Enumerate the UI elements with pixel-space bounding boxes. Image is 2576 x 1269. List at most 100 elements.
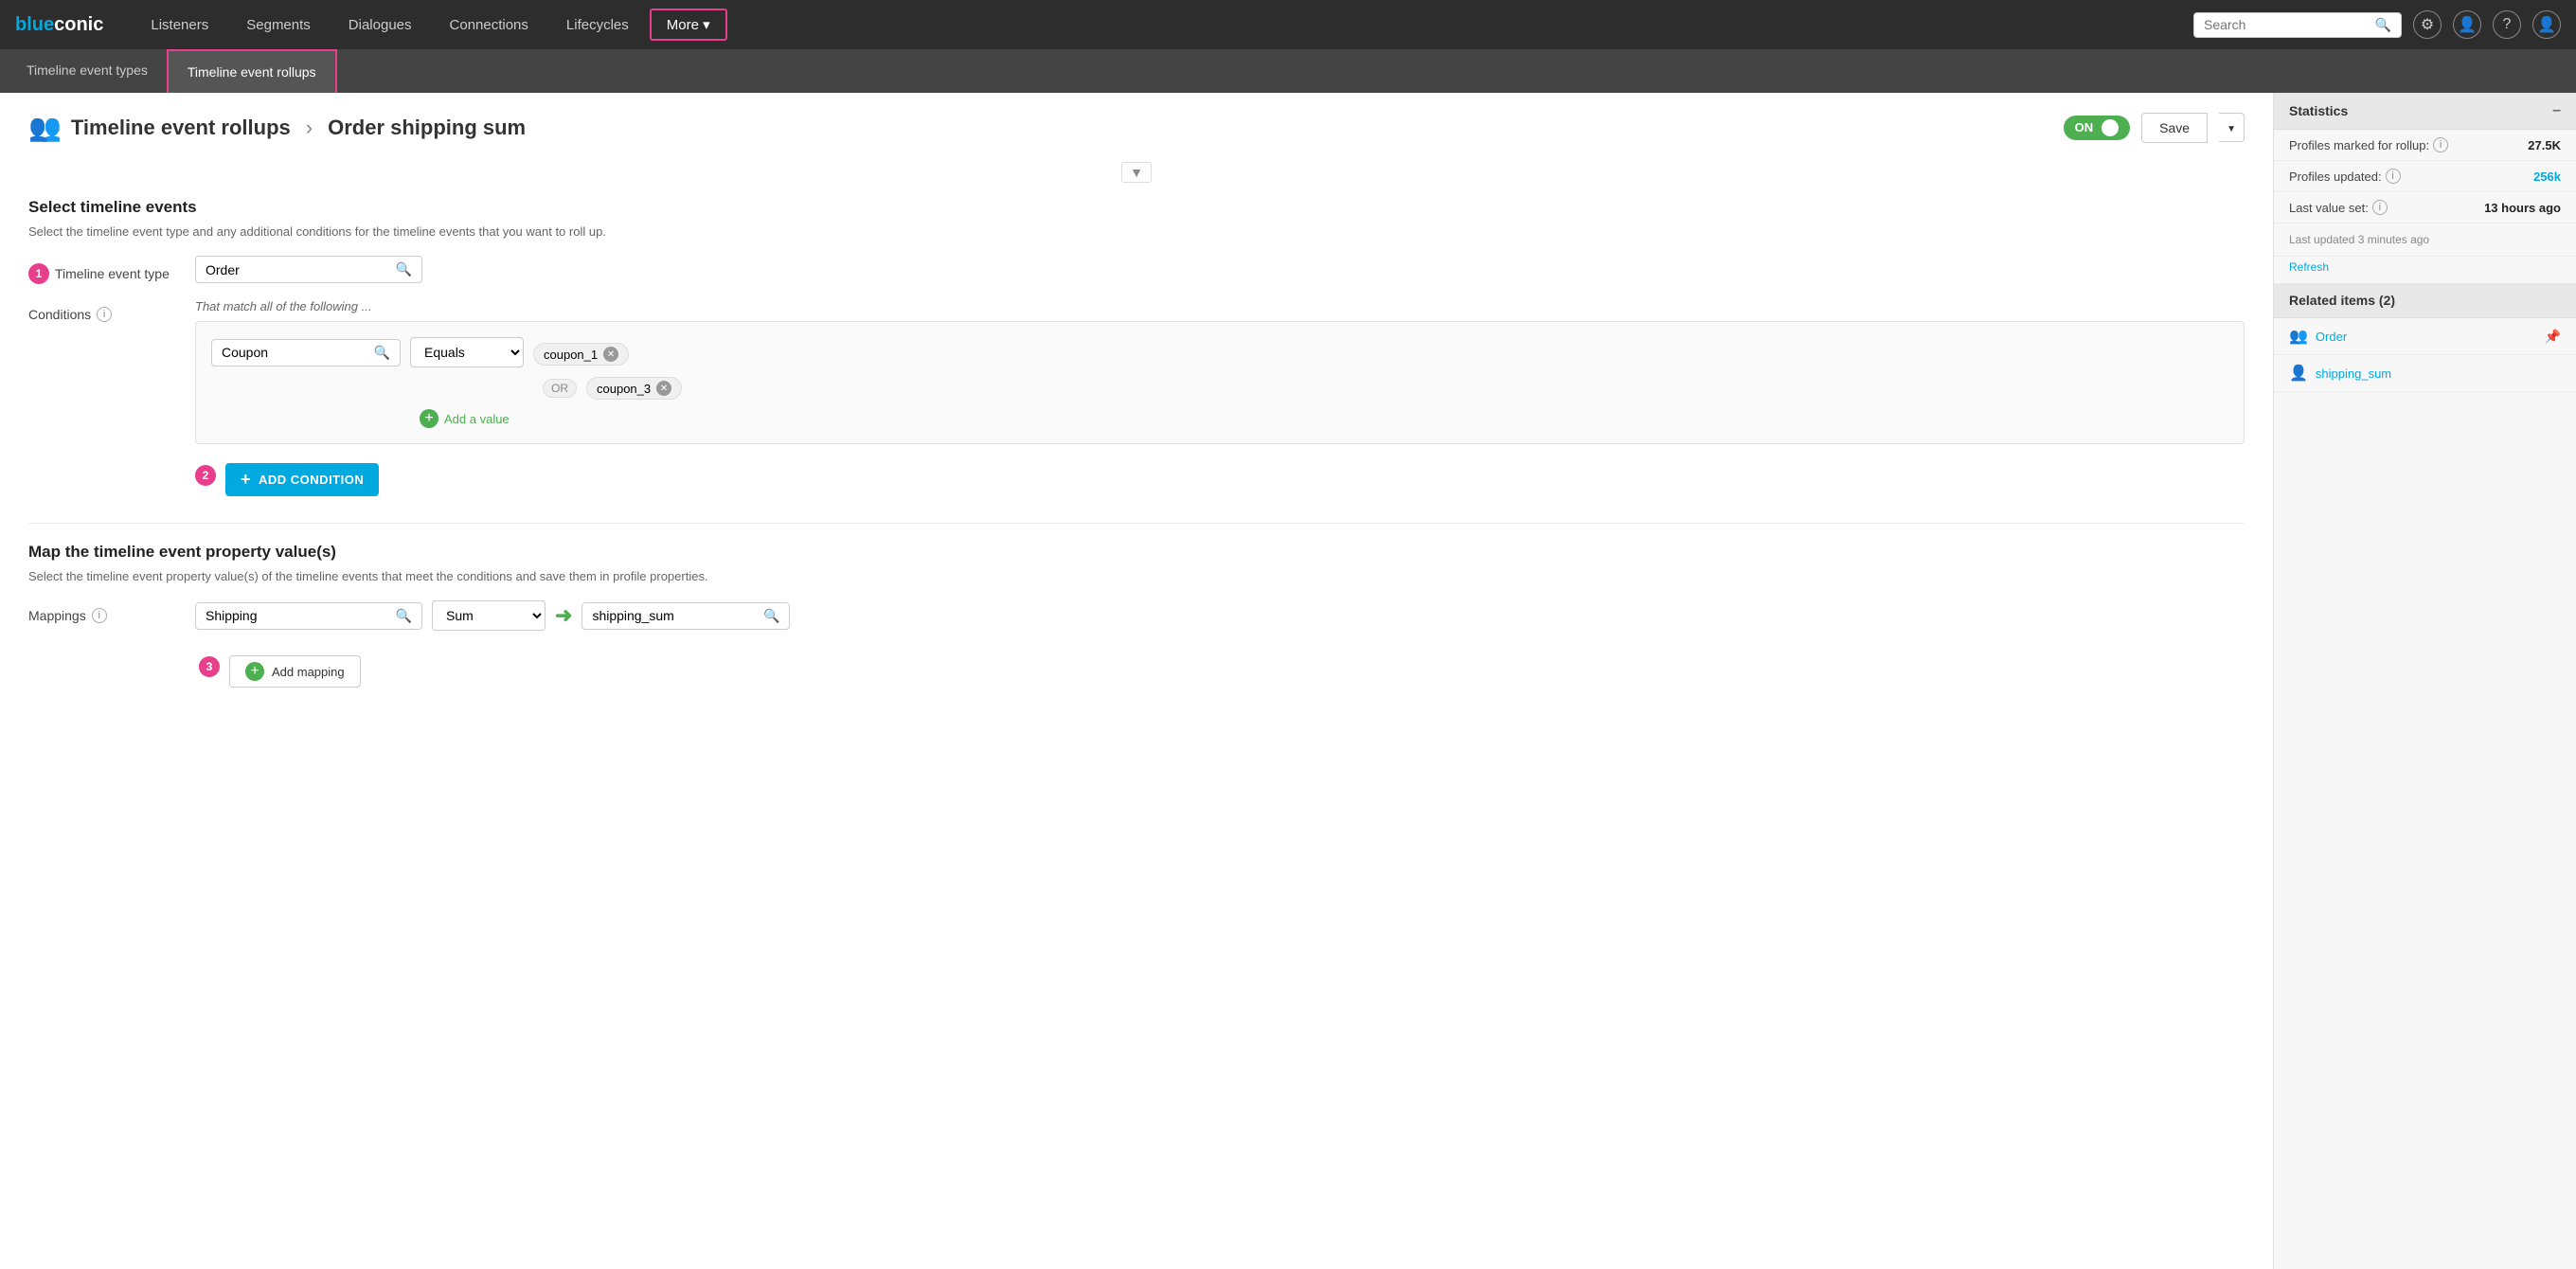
- conditions-block: That match all of the following ... 🔍 Eq…: [195, 299, 2245, 504]
- mapping-field-input[interactable]: 🔍: [195, 602, 422, 630]
- mapping-field[interactable]: [206, 608, 390, 623]
- save-dropdown[interactable]: ▼: [2219, 113, 2245, 142]
- breadcrumb-parent[interactable]: Timeline event rollups: [71, 116, 291, 140]
- conditions-info-icon[interactable]: i: [97, 307, 112, 322]
- logo[interactable]: blueconic: [15, 14, 103, 36]
- add-condition-label: ADD CONDITION: [259, 473, 364, 487]
- minimize-statistics-icon[interactable]: –: [2552, 102, 2561, 119]
- event-type-field[interactable]: [206, 262, 390, 277]
- breadcrumb-separator: ›: [306, 116, 313, 140]
- profiles-marked-value: 27.5K: [2528, 138, 2561, 152]
- add-value-button[interactable]: + Add a value: [420, 409, 2228, 428]
- add-value-label: Add a value: [444, 412, 510, 426]
- event-type-label: 1 Timeline event type: [28, 256, 180, 284]
- related-order-label: Order: [2316, 330, 2347, 344]
- condition-values-row: coupon_1 ✕: [533, 343, 629, 366]
- last-value-row: Last value set: i 13 hours ago: [2274, 192, 2576, 223]
- search-input[interactable]: [2204, 17, 2370, 32]
- event-type-input[interactable]: 🔍: [195, 256, 422, 283]
- logo-blue: blue: [15, 14, 54, 35]
- user-icon[interactable]: 👤: [2453, 10, 2481, 39]
- nav-more[interactable]: More ▾: [650, 9, 727, 41]
- condition-search-icon: 🔍: [374, 345, 390, 361]
- mappings-label: Mappings i: [28, 600, 180, 623]
- settings-icon[interactable]: ⚙: [2413, 10, 2442, 39]
- nav-connections[interactable]: Connections: [433, 9, 546, 41]
- condition-field[interactable]: [222, 345, 368, 360]
- last-updated-text: Last updated 3 minutes ago: [2274, 223, 2576, 257]
- toggle-on[interactable]: ON: [2064, 116, 2131, 140]
- help-icon[interactable]: ?: [2493, 10, 2521, 39]
- nav-listeners[interactable]: Listeners: [134, 9, 225, 41]
- breadcrumb-current: Order shipping sum: [328, 116, 526, 140]
- profiles-updated-info-icon[interactable]: i: [2386, 169, 2401, 184]
- section1-desc: Select the timeline event type and any a…: [28, 224, 2245, 239]
- section1-title: Select timeline events: [28, 198, 2245, 217]
- step2-badge: 2: [195, 465, 216, 486]
- step2-row: 2 + ADD CONDITION: [195, 454, 2245, 496]
- mappings-info-icon[interactable]: i: [92, 608, 107, 623]
- tag-coupon1-text: coupon_1: [544, 348, 598, 362]
- statistics-header: Statistics –: [2274, 93, 2576, 130]
- conditions-row: Conditions i That match all of the follo…: [28, 299, 2245, 504]
- pin-icon[interactable]: 📌: [2545, 329, 2561, 345]
- page-header: 👥 Timeline event rollups › Order shippin…: [28, 112, 2245, 143]
- save-button[interactable]: Save: [2141, 113, 2208, 143]
- step3-badge: 3: [199, 656, 220, 677]
- mappings-label-text: Mappings: [28, 608, 86, 623]
- nav-segments[interactable]: Segments: [229, 9, 328, 41]
- mappings-row: Mappings i 🔍 Sum ➜ 🔍: [28, 600, 2245, 631]
- event-type-search-icon: 🔍: [396, 261, 412, 277]
- profiles-updated-value: 256k: [2533, 170, 2561, 184]
- add-mapping-label: Add mapping: [272, 665, 345, 679]
- related-item-order[interactable]: 👥 Order 📌: [2274, 318, 2576, 355]
- tab-event-types[interactable]: Timeline event types: [8, 49, 167, 93]
- related-item-shipping[interactable]: 👤 shipping_sum: [2274, 355, 2576, 392]
- tag-coupon3-text: coupon_3: [597, 382, 651, 396]
- divider-area: ▼: [28, 162, 2245, 183]
- mappings-fields: 🔍 Sum ➜ 🔍: [195, 600, 790, 631]
- tag-coupon1-remove[interactable]: ✕: [603, 347, 618, 362]
- last-value-value: 13 hours ago: [2484, 201, 2561, 215]
- add-condition-button[interactable]: + ADD CONDITION: [225, 463, 379, 496]
- step3-row: 3 + Add mapping: [199, 646, 2245, 688]
- last-value-label: Last value set: i: [2289, 200, 2388, 215]
- event-type-row: 1 Timeline event type 🔍: [28, 256, 2245, 284]
- condition-main-row: 🔍 Equals coupon_1 ✕: [211, 337, 2228, 367]
- add-mapping-button[interactable]: + Add mapping: [229, 655, 361, 688]
- event-type-label-text: Timeline event type: [55, 266, 170, 281]
- tag-coupon3-remove[interactable]: ✕: [656, 381, 671, 396]
- nav-dialogues[interactable]: Dialogues: [331, 9, 429, 41]
- conditions-label-text: Conditions: [28, 307, 91, 322]
- mapping-target-search-icon: 🔍: [763, 608, 779, 624]
- last-value-info-icon[interactable]: i: [2372, 200, 2388, 215]
- condition-or-row: OR coupon_3 ✕: [211, 377, 2228, 400]
- related-shipping-icon: 👤: [2289, 364, 2308, 383]
- chevron-down-icon: ▼: [2227, 124, 2236, 134]
- profiles-marked-label: Profiles marked for rollup: i: [2289, 137, 2448, 152]
- condition-box: 🔍 Equals coupon_1 ✕: [195, 321, 2245, 444]
- add-condition-plus-icon: +: [241, 470, 251, 490]
- sidebar: Statistics – Profiles marked for rollup:…: [2273, 93, 2576, 1269]
- mapping-target[interactable]: [592, 608, 758, 623]
- profiles-marked-row: Profiles marked for rollup: i 27.5K: [2274, 130, 2576, 161]
- profiles-marked-info-icon[interactable]: i: [2433, 137, 2448, 152]
- search-box[interactable]: 🔍: [2193, 12, 2402, 38]
- related-items-header: Related items (2): [2274, 283, 2576, 318]
- refresh-link[interactable]: Refresh: [2274, 257, 2576, 283]
- profiles-updated-label: Profiles updated: i: [2289, 169, 2401, 184]
- nav-lifecycles[interactable]: Lifecycles: [549, 9, 646, 41]
- account-icon[interactable]: 👤: [2532, 10, 2561, 39]
- section2-desc: Select the timeline event property value…: [28, 569, 2245, 583]
- condition-field-input[interactable]: 🔍: [211, 339, 401, 366]
- page-header-icon: 👥: [28, 112, 62, 143]
- tag-coupon3: coupon_3 ✕: [586, 377, 682, 400]
- mapping-operator-select[interactable]: Sum: [432, 600, 546, 631]
- collapse-chevron[interactable]: ▼: [1121, 162, 1152, 183]
- condition-operator-select[interactable]: Equals: [410, 337, 524, 367]
- search-icon: 🔍: [2375, 17, 2391, 33]
- tab-event-rollups[interactable]: Timeline event rollups: [167, 49, 337, 93]
- profiles-updated-row: Profiles updated: i 256k: [2274, 161, 2576, 192]
- mapping-target-input[interactable]: 🔍: [581, 602, 790, 630]
- related-order-icon: 👥: [2289, 327, 2308, 346]
